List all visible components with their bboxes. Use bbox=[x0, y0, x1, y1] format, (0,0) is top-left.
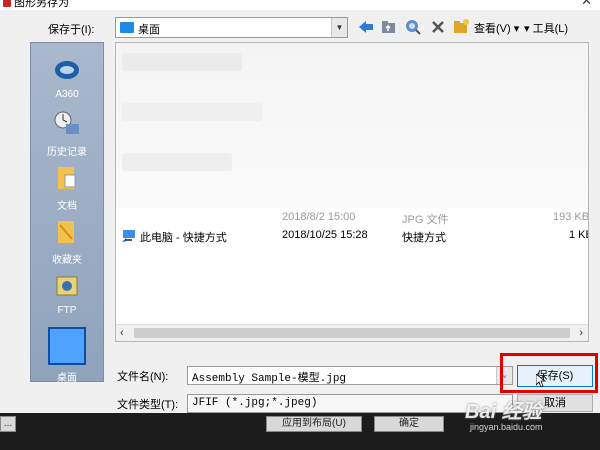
place-desktop[interactable]: 桌面 bbox=[31, 327, 103, 384]
app-icon bbox=[3, 0, 11, 7]
desktop-icon bbox=[48, 327, 86, 365]
save-in-combo[interactable]: 桌面 ▼ bbox=[115, 17, 348, 38]
computer-shortcut-icon bbox=[122, 229, 136, 242]
scroll-right-icon[interactable]: › bbox=[579, 327, 583, 339]
apply-to-layout-button[interactable]: 应用到布局(U) bbox=[266, 416, 362, 432]
new-folder-icon[interactable] bbox=[452, 18, 470, 36]
close-icon[interactable]: ✕ bbox=[581, 0, 592, 9]
view-menu[interactable]: 查看(V) ▾ bbox=[474, 20, 519, 36]
desktop-folder-icon bbox=[120, 22, 134, 33]
place-history[interactable]: 历史记录 bbox=[31, 109, 103, 158]
list-item[interactable]: 2018/8/2 15:00 JPG 文件 193 KB bbox=[116, 209, 588, 227]
place-ftp[interactable]: FTP bbox=[31, 271, 103, 316]
filename-label: 文件名(N): bbox=[117, 371, 169, 383]
horizontal-scrollbar[interactable]: ‹ › bbox=[116, 324, 588, 341]
save-in-label: 保存于(I): bbox=[48, 24, 95, 36]
place-favorites[interactable]: 收藏夹 bbox=[31, 217, 103, 266]
window-title: 图形另存为 bbox=[14, 0, 69, 9]
delete-icon[interactable] bbox=[429, 18, 447, 36]
title-bar: 图形另存为 ✕ bbox=[0, 0, 600, 10]
file-type: JPG 文件 bbox=[402, 214, 449, 226]
favorites-icon bbox=[52, 217, 82, 247]
scroll-left-icon[interactable]: ‹ bbox=[120, 327, 124, 339]
filename-input[interactable]: Assembly Sample-模型.jpg ⌄ bbox=[187, 366, 513, 385]
search-web-icon[interactable] bbox=[404, 18, 422, 36]
scroll-thumb[interactable] bbox=[134, 328, 570, 338]
highlight-annotation bbox=[500, 353, 598, 393]
a360-icon bbox=[52, 55, 82, 85]
ok-button[interactable]: 确定 bbox=[374, 416, 444, 432]
file-list[interactable]: 2018/8/2 15:00 JPG 文件 193 KB 此电脑 - 快捷方式 … bbox=[115, 42, 589, 342]
tools-menu[interactable]: ▾ 工具(L) bbox=[524, 20, 568, 36]
filetype-label: 文件类型(T): bbox=[117, 399, 179, 411]
ftp-icon bbox=[52, 271, 82, 301]
history-icon bbox=[52, 109, 82, 139]
save-in-value: 桌面 bbox=[138, 24, 160, 36]
places-sidebar: A360 历史记录 文档 收藏夹 FTP 桌面 bbox=[30, 42, 104, 384]
watermark-url: jingyan.baidu.com bbox=[470, 422, 543, 432]
watermark-brand: Bai 经验 bbox=[465, 401, 542, 423]
file-name: 此电脑 - 快捷方式 bbox=[140, 232, 227, 244]
up-folder-icon[interactable] bbox=[380, 18, 398, 36]
parent-more-button[interactable]: ... bbox=[0, 416, 16, 432]
place-a360[interactable]: A360 bbox=[31, 55, 103, 100]
file-date: 2018/8/2 15:00 bbox=[282, 211, 356, 223]
file-type: 快捷方式 bbox=[402, 232, 446, 244]
mouse-cursor-icon bbox=[535, 373, 547, 391]
file-size: 1 KB bbox=[569, 229, 588, 241]
blurred-file-area bbox=[116, 43, 588, 208]
list-item[interactable]: 此电脑 - 快捷方式 2018/10/25 15:28 快捷方式 1 KB bbox=[116, 227, 588, 245]
chevron-down-icon[interactable]: ▼ bbox=[331, 18, 347, 37]
documents-icon bbox=[52, 163, 82, 193]
place-documents[interactable]: 文档 bbox=[31, 163, 103, 212]
back-arrow-icon[interactable] bbox=[357, 18, 375, 36]
file-date: 2018/10/25 15:28 bbox=[282, 229, 368, 241]
file-size: 193 KB bbox=[553, 211, 589, 223]
